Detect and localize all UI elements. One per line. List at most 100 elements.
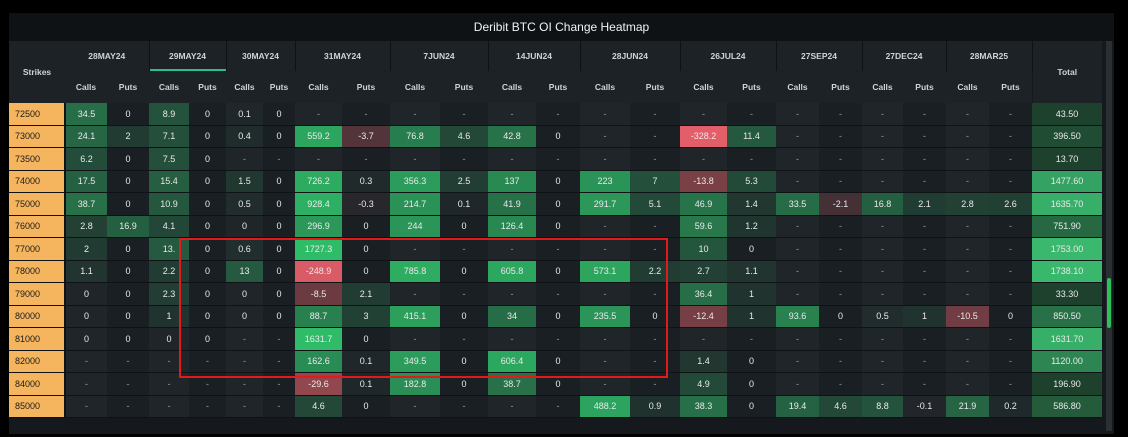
total-cell[interactable]: 396.50 [1032, 125, 1102, 148]
calls-cell[interactable]: - [862, 147, 903, 171]
puts-cell[interactable]: - [630, 103, 680, 126]
puts-cell[interactable]: 0 [263, 237, 295, 261]
puts-cell[interactable]: 0 [630, 305, 680, 328]
calls-cell[interactable]: 4.1 [149, 215, 189, 238]
puts-cell[interactable]: - [989, 103, 1032, 126]
total-cell[interactable]: 586.80 [1032, 395, 1102, 418]
calls-cell[interactable]: - [776, 147, 819, 171]
calls-cell[interactable]: - [776, 350, 819, 373]
calls-cell[interactable]: 46.9 [680, 192, 727, 216]
calls-cell[interactable]: 2.8 [65, 215, 107, 238]
calls-cell[interactable]: 17.5 [65, 170, 107, 193]
puts-cell[interactable]: - [630, 282, 680, 306]
puts-cell[interactable]: - [107, 395, 149, 418]
calls-cell[interactable]: - [580, 327, 630, 351]
calls-cell[interactable]: -328.2 [680, 125, 727, 148]
calls-cell[interactable]: - [580, 237, 630, 261]
calls-cell[interactable]: - [862, 215, 903, 238]
total-cell[interactable]: 1753.00 [1032, 237, 1102, 261]
calls-cell[interactable]: - [946, 125, 989, 148]
calls-cell[interactable]: - [776, 237, 819, 261]
puts-cell[interactable]: 0 [263, 192, 295, 216]
calls-cell[interactable]: - [390, 282, 440, 306]
puts-cell[interactable]: 0 [189, 103, 226, 126]
puts-cell[interactable]: - [440, 282, 488, 306]
strike-label[interactable]: 77000 [9, 237, 66, 261]
puts-header[interactable]: Puts [903, 71, 946, 103]
puts-cell[interactable]: 0.9 [630, 395, 680, 418]
calls-cell[interactable]: - [862, 125, 903, 148]
calls-cell[interactable]: - [776, 103, 819, 126]
puts-cell[interactable]: 0 [189, 327, 226, 351]
puts-cell[interactable]: - [819, 260, 862, 283]
calls-cell[interactable]: - [946, 372, 989, 396]
puts-cell[interactable]: - [903, 170, 946, 193]
puts-cell[interactable]: - [630, 372, 680, 396]
puts-cell[interactable]: 0 [263, 282, 295, 306]
calls-cell[interactable]: 0 [65, 305, 107, 328]
calls-header[interactable]: Calls [580, 71, 630, 103]
puts-header[interactable]: Puts [107, 71, 149, 103]
calls-cell[interactable]: 42.8 [488, 125, 536, 148]
puts-cell[interactable]: 16.9 [107, 215, 149, 238]
total-cell[interactable]: 1631.70 [1032, 327, 1102, 351]
puts-cell[interactable]: 0 [536, 305, 580, 328]
puts-cell[interactable]: 2 [107, 125, 149, 148]
expiry-header-14jun24[interactable]: 14JUN24 [488, 41, 581, 71]
calls-header[interactable]: Calls [776, 71, 819, 103]
puts-cell[interactable]: 0 [727, 350, 776, 373]
puts-cell[interactable]: - [989, 170, 1032, 193]
puts-cell[interactable]: 0 [107, 237, 149, 261]
puts-cell[interactable]: 0 [536, 215, 580, 238]
calls-cell[interactable]: 8.8 [862, 395, 903, 418]
puts-cell[interactable]: - [630, 125, 680, 148]
calls-cell[interactable]: 235.5 [580, 305, 630, 328]
puts-cell[interactable]: - [989, 350, 1032, 373]
puts-cell[interactable]: 0 [189, 282, 226, 306]
calls-cell[interactable]: 0 [226, 282, 263, 306]
calls-cell[interactable]: 2.2 [149, 260, 189, 283]
puts-cell[interactable]: - [819, 125, 862, 148]
puts-cell[interactable]: 0.1 [342, 372, 390, 396]
puts-cell[interactable]: - [903, 237, 946, 261]
puts-cell[interactable]: 0 [107, 282, 149, 306]
expiry-header-27dec24[interactable]: 27DEC24 [862, 41, 947, 71]
puts-cell[interactable]: - [727, 327, 776, 351]
expiry-header-27sep24[interactable]: 27SEP24 [776, 41, 863, 71]
puts-cell[interactable]: - [342, 147, 390, 171]
puts-cell[interactable]: - [819, 372, 862, 396]
puts-cell[interactable]: 0 [342, 215, 390, 238]
calls-cell[interactable]: 1631.7 [295, 327, 342, 351]
calls-header[interactable]: Calls [488, 71, 536, 103]
total-cell[interactable]: 13.70 [1032, 147, 1102, 171]
puts-cell[interactable]: - [903, 327, 946, 351]
calls-cell[interactable]: 7.5 [149, 147, 189, 171]
puts-cell[interactable]: 0 [107, 147, 149, 171]
expiry-header-28may24[interactable]: 28MAY24 [65, 41, 150, 71]
puts-header[interactable]: Puts [440, 71, 488, 103]
puts-cell[interactable]: 0.3 [342, 170, 390, 193]
strike-label[interactable]: 84000 [9, 372, 66, 396]
puts-cell[interactable]: 5.1 [630, 192, 680, 216]
puts-cell[interactable]: - [440, 147, 488, 171]
puts-cell[interactable]: - [440, 395, 488, 418]
puts-cell[interactable]: 0 [536, 350, 580, 373]
puts-cell[interactable]: 0 [342, 237, 390, 261]
calls-cell[interactable]: 415.1 [390, 305, 440, 328]
puts-cell[interactable]: 0 [536, 170, 580, 193]
calls-cell[interactable]: 0 [149, 327, 189, 351]
calls-cell[interactable]: 0 [65, 282, 107, 306]
puts-cell[interactable]: 2.6 [989, 192, 1032, 216]
puts-cell[interactable]: - [989, 237, 1032, 261]
puts-cell[interactable]: - [819, 215, 862, 238]
calls-cell[interactable]: 2 [65, 237, 107, 261]
puts-cell[interactable]: 1 [727, 282, 776, 306]
puts-cell[interactable]: 0 [107, 170, 149, 193]
calls-cell[interactable]: 21.9 [946, 395, 989, 418]
puts-cell[interactable]: 0 [189, 305, 226, 328]
puts-cell[interactable]: - [536, 282, 580, 306]
puts-header[interactable]: Puts [819, 71, 862, 103]
calls-cell[interactable]: 162.6 [295, 350, 342, 373]
calls-cell[interactable]: 59.6 [680, 215, 727, 238]
calls-cell[interactable]: 785.8 [390, 260, 440, 283]
